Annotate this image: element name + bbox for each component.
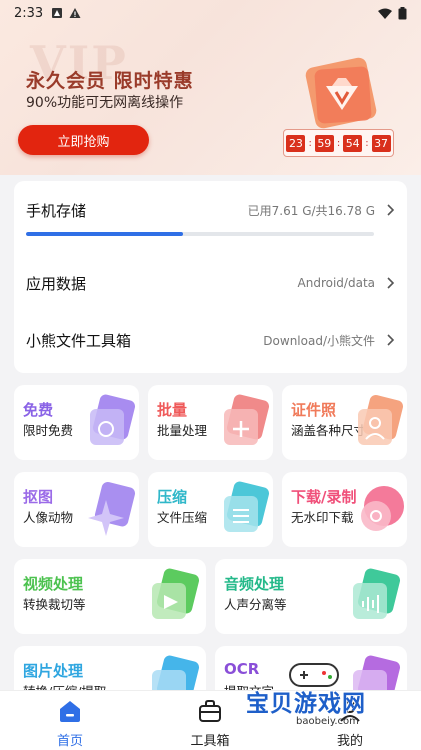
notification-icon (52, 8, 63, 18)
tile-cutout[interactable]: 抠图 人像动物 (14, 472, 139, 547)
toolbox-path-value: Download/小熊文件 (263, 333, 375, 348)
site-watermark: 宝贝游戏网 baobeiy.com (246, 660, 396, 744)
tile-id-photo[interactable]: 证件照 涵盖各种尺寸 (282, 385, 407, 460)
phone-storage-value: 已用7.61 G/共16.78 G (247, 203, 375, 218)
cutout-icon (88, 481, 136, 536)
nav-home[interactable]: 首页 (30, 699, 110, 749)
banner-title: 永久会员 限时特惠 (26, 70, 194, 92)
tile-subtitle: 人声分离等 (224, 597, 287, 612)
tile-title: 压缩 (157, 488, 188, 506)
countdown-separator: : (365, 137, 369, 149)
nav-toolbox[interactable]: 工具箱 (170, 699, 250, 749)
status-bar: 2:33 (0, 0, 421, 26)
countdown-separator: : (336, 137, 341, 149)
tile-title: 证件照 (291, 401, 337, 419)
site-watermark-url: baobeiy.com (296, 716, 359, 727)
tile-title: 视频处理 (23, 575, 84, 593)
countdown-seconds: 54 (343, 134, 363, 152)
banner-subtitle: 90%功能可无网离线操作 (26, 95, 184, 111)
tile-batch[interactable]: 批量 批量处理 (148, 385, 273, 460)
phone-storage-label: 手机存储 (26, 201, 87, 220)
tile-subtitle: 转换裁切等 (23, 597, 86, 612)
countdown-fraction: 37 (371, 134, 391, 152)
toolbox-path-row[interactable]: 小熊文件工具箱 Download/小熊文件 (14, 323, 407, 357)
tile-title: 抠图 (23, 488, 54, 506)
buy-now-button[interactable]: 立即抢购 (18, 125, 149, 155)
vip-banner[interactable]: VIP 永久会员 限时特惠 90%功能可无网离线操作 立即抢购 23 : 59 … (0, 0, 421, 175)
tile-subtitle: 批量处理 (157, 423, 208, 438)
toolbox-icon (199, 700, 221, 722)
app-data-label: 应用数据 (26, 274, 87, 293)
app-data-value: Android/data (297, 276, 375, 290)
audio-icon (353, 568, 401, 619)
download-icon (361, 486, 404, 531)
warning-icon (69, 8, 81, 18)
toolbox-path-label: 小熊文件工具箱 (26, 331, 132, 350)
home-icon (60, 701, 80, 722)
storage-progress-fill (26, 232, 183, 236)
storage-card: 手机存储 已用7.61 G/共16.78 G 应用数据 Android/data… (14, 181, 407, 373)
tile-subtitle: 人像动物 (23, 510, 74, 525)
chevron-right-icon (387, 204, 395, 216)
id-photo-icon (358, 394, 404, 445)
wifi-icon (378, 8, 392, 19)
tile-video[interactable]: 视频处理 转换裁切等 (14, 559, 206, 634)
tile-title: 下载/录制 (291, 488, 357, 506)
chevron-right-icon (387, 334, 395, 346)
tile-download[interactable]: 下载/录制 无水印下载 (282, 472, 407, 547)
countdown-separator: : (308, 137, 312, 149)
countdown-timer: 23 : 59 : 54 : 37 (283, 129, 394, 157)
tile-title: 图片处理 (23, 662, 84, 680)
vip-gem-icon (305, 57, 377, 129)
site-watermark-text: 宝贝游戏网 (246, 691, 366, 717)
chevron-right-icon (387, 277, 395, 289)
tile-subtitle: 无水印下载 (291, 510, 354, 525)
countdown-minutes: 59 (314, 134, 334, 152)
tile-subtitle: 文件压缩 (157, 510, 208, 525)
tile-title: 批量 (157, 401, 188, 419)
batch-icon (224, 394, 270, 445)
tile-compress[interactable]: 压缩 文件压缩 (148, 472, 273, 547)
tile-free[interactable]: 免费 限时免费 (14, 385, 139, 460)
compress-icon (224, 481, 270, 532)
storage-progress-bar (26, 232, 374, 236)
video-icon (152, 568, 200, 619)
free-icon (90, 394, 136, 445)
tile-audio[interactable]: 音频处理 人声分离等 (215, 559, 407, 634)
nav-home-label: 首页 (56, 734, 83, 749)
tile-title: 免费 (23, 401, 54, 419)
tile-title: 音频处理 (224, 575, 285, 593)
tile-subtitle: 限时免费 (23, 423, 74, 438)
nav-toolbox-label: 工具箱 (190, 734, 230, 749)
countdown-hours: 23 (286, 134, 306, 152)
status-time: 2:33 (14, 5, 44, 21)
battery-icon (398, 6, 407, 19)
phone-storage-row[interactable]: 手机存储 已用7.61 G/共16.78 G (14, 195, 407, 225)
app-data-row[interactable]: 应用数据 Android/data (14, 266, 407, 300)
